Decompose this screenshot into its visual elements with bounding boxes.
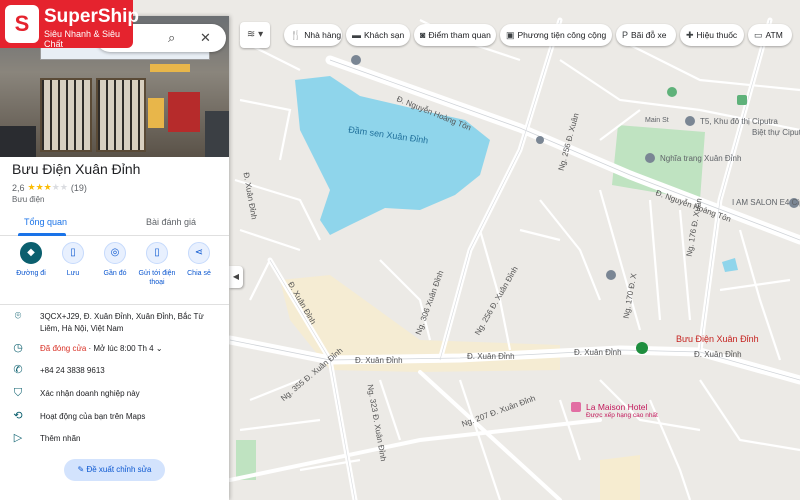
suggest-edit-button[interactable]: ✎ Đề xuất chỉnh sửa (64, 459, 165, 481)
share-icon: ⋖ (188, 242, 210, 264)
maps-screen: Đ. Nguyễn Hoàng Tôn Đ. Nguyễn Hoàng Tôn … (0, 0, 800, 500)
nearby-button[interactable]: ◎ Gần đó (93, 242, 137, 278)
phone-text: +84 24 3838 9613 (40, 366, 105, 375)
chip-transit[interactable]: ▣ Phương tiện công cộng (500, 24, 612, 46)
address-text: 3QCX+J29, Đ. Xuân Đỉnh, Xuân Đỉnh, Bắc T… (40, 312, 204, 333)
transit-icon: ▣ (506, 30, 515, 40)
label-icon: ▷ (13, 432, 23, 444)
rating-value: 2,6 (12, 182, 25, 193)
restaurant-icon: 🍴 (290, 30, 302, 40)
chip-atm[interactable]: ▭ ATM (748, 24, 792, 46)
road-label: Đ. Xuân Đỉnh (694, 350, 742, 359)
logo-subtitle: Siêu Nhanh & Siêu Chất (44, 29, 121, 49)
supership-logo: S SuperShip Siêu Nhanh & Siêu Chất (0, 0, 139, 49)
tab-reviews[interactable]: Bài đánh giá (146, 217, 196, 227)
logo-mark: S (5, 5, 39, 43)
chevron-down-icon[interactable]: ⌄ (156, 344, 163, 353)
star-empty-icon: ★ (59, 182, 68, 192)
share-button[interactable]: ⋖ Chia sẻ (177, 242, 221, 278)
tab-indicator (18, 233, 66, 236)
send-to-phone-button[interactable]: ▯ Gửi tới điện thoại (135, 242, 179, 287)
road-label: Đ. Xuân Đỉnh (467, 352, 515, 361)
chip-pharmacy[interactable]: ✚ Hiệu thuốc (680, 24, 744, 46)
location-icon: ⌾ (14, 310, 22, 322)
place-title: Bưu Điện Xuân Đỉnh (12, 161, 141, 177)
road-label: Đ. Xuân Đỉnh (574, 348, 622, 357)
review-count[interactable]: (19) (71, 183, 87, 193)
nearby-marker-icon (636, 342, 648, 354)
atm-icon: ▭ (754, 30, 763, 40)
phone-icon: ✆ (13, 364, 23, 376)
close-icon[interactable]: ✕ (200, 30, 211, 46)
chip-attraction[interactable]: ◙ Điểm tham quan (414, 24, 496, 46)
label-text: Thêm nhãn (40, 434, 81, 443)
divider (0, 304, 229, 305)
logo-title: SuperShip (44, 6, 140, 27)
activity-text: Hoạt động của bạn trên Maps (40, 412, 146, 421)
poi-park-icon (667, 87, 677, 97)
chip-hotel[interactable]: ▬ Khách sạn (346, 24, 410, 46)
place-panel: ⌕ ✕ Bưu Điện Xuân Đỉnh 2,6 ★★★★★ (19) Bư… (0, 16, 229, 500)
street-label-main: Main St (645, 117, 669, 124)
road-label: Đ. Xuân Đỉnh (355, 356, 403, 365)
camera-icon: ◙ (420, 30, 426, 40)
history-icon: ⟲ (13, 410, 23, 422)
pharmacy-icon: ✚ (686, 30, 694, 40)
shield-check-icon: ⛉ (13, 387, 23, 399)
action-buttons: ◆ Đường đi ▯ Lưu ◎ Gần đó ▯ Gửi tới điện… (0, 242, 229, 300)
rating-stars: ★★★★★ (28, 182, 68, 193)
chevron-left-icon: ◀ (232, 272, 240, 281)
poi-ciputra-villa-label[interactable]: Biệt thự Ciputra (752, 128, 800, 137)
poi-hotel-sub: Được xếp hạng cao nhất (586, 412, 658, 419)
nearby-icon: ◎ (104, 242, 126, 264)
poi-marker-icon (351, 55, 361, 65)
directions-button[interactable]: ◆ Đường đi (9, 242, 53, 278)
search-icon[interactable]: ⌕ (168, 30, 175, 46)
layers-icon: ≋ ▾ (246, 29, 264, 40)
poi-ciputra-label[interactable]: T5, Khu đô thị Ciputra (700, 117, 778, 126)
place-category[interactable]: Bưu điện (12, 195, 45, 204)
parking-icon: P (622, 30, 629, 40)
cemetery-icon (645, 153, 655, 163)
tab-overview[interactable]: Tổng quan (24, 217, 67, 227)
hours-status: Đã đóng cửa (40, 344, 87, 353)
rating-row[interactable]: 2,6 ★★★★★ (19) (12, 182, 87, 193)
claim-text: Xác nhận doanh nghiệp này (40, 389, 140, 398)
collapse-panel-button[interactable]: ◀ (229, 266, 243, 288)
hotel-marker-icon (571, 402, 581, 412)
place-tabs: Tổng quan Bài đánh giá (0, 212, 229, 236)
pin-label[interactable]: Bưu Điện Xuân Đỉnh (676, 334, 759, 344)
star-icon: ★ (35, 182, 44, 192)
clock-icon: ◷ (13, 342, 23, 354)
phone-send-icon: ▯ (146, 242, 168, 264)
directions-icon: ◆ (20, 242, 42, 264)
chip-restaurant[interactable]: 🍴 Nhà hàng (284, 24, 342, 46)
poi-cemetery-label[interactable]: Nghĩa trang Xuân Đỉnh (660, 154, 741, 163)
poi-park-icon (737, 95, 747, 105)
star-empty-icon: ★ (51, 182, 60, 192)
poi-hotel-label[interactable]: La Maison Hotel (586, 402, 647, 412)
chip-parking[interactable]: P Bãi đỗ xe (616, 24, 676, 46)
bookmark-icon: ▯ (62, 242, 84, 264)
place-marker-icon (685, 116, 695, 126)
layers-button[interactable]: ≋ ▾ (240, 22, 270, 48)
hotel-icon: ▬ (352, 30, 361, 40)
save-button[interactable]: ▯ Lưu (51, 242, 95, 278)
poi-salon-label[interactable]: I AM SALON E4 Cipu (732, 198, 800, 207)
star-half-icon: ★ (43, 182, 52, 192)
hours-next: · Mở lúc 8:00 Th 4 (86, 344, 154, 353)
star-icon: ★ (27, 182, 36, 192)
